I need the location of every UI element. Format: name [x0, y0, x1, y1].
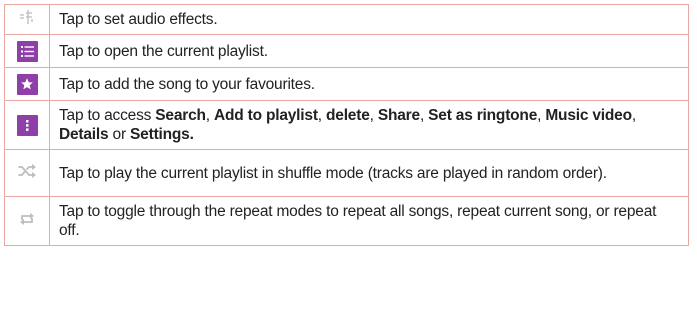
favourite-star-icon[interactable]	[16, 73, 38, 95]
table-row: Tap to add the song to your favourites.	[4, 67, 689, 101]
option-delete: delete	[326, 107, 370, 124]
table-row: Tap to set audio effects.	[4, 4, 689, 35]
row-description: Tap to play the current playlist in shuf…	[49, 149, 689, 197]
icon-cell	[4, 196, 50, 246]
icon-cell	[4, 67, 50, 101]
separator: ,	[205, 107, 214, 124]
menu-more-icon[interactable]	[16, 114, 38, 136]
icon-cell	[4, 34, 50, 68]
table-row: Tap to access Search, Add to playlist, d…	[4, 100, 689, 150]
option-details: Details	[59, 126, 109, 143]
row-description: Tap to toggle through the repeat modes t…	[49, 196, 689, 246]
option-search: Search	[155, 107, 206, 124]
row-description: Tap to open the current playlist.	[49, 34, 689, 68]
shuffle-icon[interactable]	[18, 163, 36, 183]
table-row: Tap to open the current playlist.	[4, 34, 689, 68]
icon-cell	[4, 149, 50, 197]
row-description: Tap to set audio effects.	[49, 4, 689, 35]
separator: ,	[419, 107, 429, 124]
option-settings: Settings.	[130, 126, 194, 143]
option-share: Share	[377, 107, 420, 124]
option-music-video: Music video	[545, 107, 632, 124]
separator-or: or	[108, 126, 131, 143]
text-prefix: Tap to access	[59, 107, 156, 124]
separator: ,	[317, 107, 327, 124]
playlist-icon[interactable]	[16, 40, 38, 62]
option-set-as-ringtone: Set as ringtone	[428, 107, 538, 124]
controls-table: Tap to set audio effects. Tap to open th…	[4, 4, 689, 246]
separator: ,	[631, 107, 636, 124]
separator: ,	[369, 107, 378, 124]
table-row: Tap to play the current playlist in shuf…	[4, 149, 689, 197]
option-add-to-playlist: Add to playlist	[214, 107, 318, 124]
audio-effects-icon[interactable]	[19, 9, 35, 30]
icon-cell	[4, 100, 50, 150]
row-description: Tap to access Search, Add to playlist, d…	[49, 100, 689, 150]
icon-cell	[4, 4, 50, 35]
repeat-icon[interactable]	[19, 211, 35, 232]
row-description: Tap to add the song to your favourites.	[49, 67, 689, 101]
table-row: Tap to toggle through the repeat modes t…	[4, 196, 689, 246]
